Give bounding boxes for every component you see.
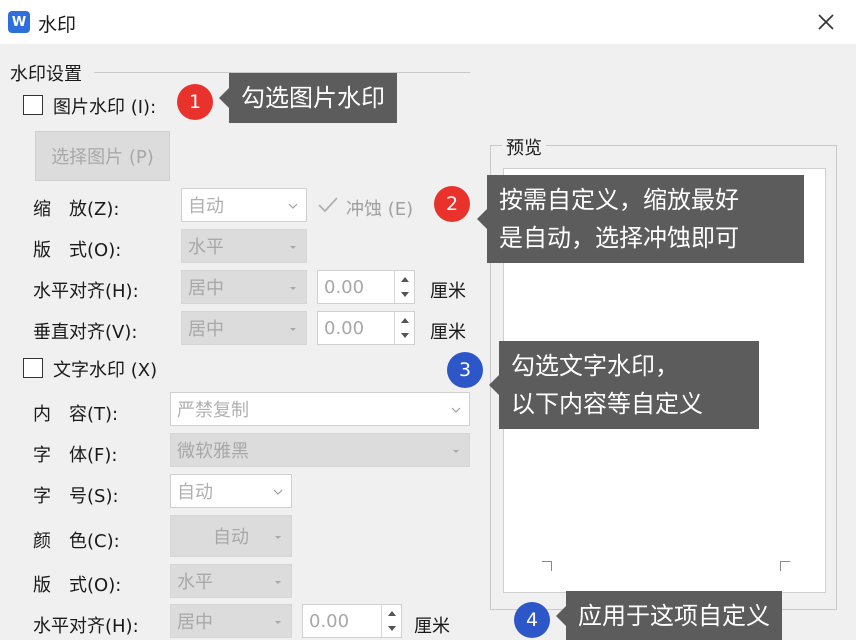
content-label: 内 容(T):: [33, 404, 119, 425]
annotation-callout-4: 应用于这项自定义: [556, 591, 782, 640]
image-v-align-dropdown[interactable]: 居中: [181, 311, 307, 345]
text-h-align-label: 水平对齐(H):: [33, 616, 139, 637]
washout-label: 冲蚀 (E): [346, 199, 414, 220]
color-value: 自动: [213, 527, 249, 548]
content-combobox[interactable]: 严禁复制: [170, 392, 470, 426]
scale-dropdown[interactable]: 自动: [181, 188, 307, 222]
size-value: 自动: [177, 482, 213, 503]
image-h-align-label: 水平对齐(H):: [33, 281, 139, 302]
washout-checkbox-icon[interactable]: [316, 194, 340, 216]
image-h-align-value: 居中: [188, 278, 224, 299]
scale-value: 自动: [188, 196, 224, 217]
caret-down-icon: [453, 450, 459, 453]
caret-down-icon: [290, 328, 296, 331]
text-layout-dropdown[interactable]: 水平: [170, 564, 292, 598]
image-h-offset-spinner[interactable]: 0.00: [317, 270, 415, 304]
image-watermark-checkbox[interactable]: [23, 95, 43, 115]
color-label: 颜 色(C):: [33, 531, 120, 552]
image-layout-value: 水平: [188, 237, 224, 258]
close-icon: [818, 14, 834, 30]
annotation-badge-2: 2: [434, 186, 470, 222]
image-v-offset-spinner[interactable]: 0.00: [317, 311, 415, 345]
image-layout-dropdown[interactable]: 水平: [181, 229, 307, 263]
image-v-align-label: 垂直对齐(V):: [33, 322, 138, 343]
color-button[interactable]: 自动: [170, 515, 292, 557]
size-label: 字 号(S):: [33, 486, 119, 507]
image-h-align-dropdown[interactable]: 居中: [181, 270, 307, 304]
spin-down-icon[interactable]: [400, 332, 410, 340]
window-title: 水印: [38, 14, 77, 36]
image-layout-label: 版 式(O):: [33, 240, 122, 261]
annotation-callout-2: 按需自定义，缩放最好 是自动，选择冲蚀即可: [477, 175, 804, 263]
close-button[interactable]: [806, 6, 846, 38]
spinner-buttons[interactable]: [394, 271, 414, 303]
annotation-badge-3: 3: [447, 352, 483, 388]
text-h-align-dropdown[interactable]: 居中: [170, 604, 292, 638]
annotation-badge-1: 1: [177, 84, 213, 120]
image-watermark-label: 图片水印 (I):: [53, 97, 157, 118]
page-corner-mark: [542, 561, 552, 571]
annotation-callout-1: 勾选图片水印: [219, 73, 397, 123]
size-combobox[interactable]: 自动: [170, 474, 292, 508]
font-value: 微软雅黑: [177, 441, 249, 462]
text-layout-label: 版 式(O):: [33, 575, 122, 596]
content-value: 严禁复制: [177, 400, 249, 421]
spin-down-icon[interactable]: [400, 291, 410, 299]
caret-down-icon: [290, 287, 296, 290]
chevron-down-icon: [288, 203, 298, 209]
caret-down-icon: [290, 246, 296, 249]
image-v-unit: 厘米: [430, 322, 466, 343]
chevron-down-icon: [451, 407, 461, 413]
annotation-callout-3: 勾选文字水印， 以下内容等自定义: [489, 341, 759, 429]
spin-up-icon[interactable]: [400, 316, 410, 324]
caret-down-icon: [275, 536, 281, 539]
spin-down-icon[interactable]: [387, 625, 397, 633]
text-h-align-value: 居中: [177, 612, 213, 633]
font-dropdown[interactable]: 微软雅黑: [170, 433, 470, 467]
caret-down-icon: [275, 581, 281, 584]
wps-app-icon: W: [8, 11, 30, 33]
text-h-unit: 厘米: [414, 616, 450, 637]
scale-label: 缩 放(Z):: [33, 199, 120, 220]
text-h-offset-spinner[interactable]: 0.00: [302, 604, 402, 638]
spinner-buttons[interactable]: [381, 605, 401, 637]
chevron-down-icon: [273, 489, 283, 495]
title-bar: W 水印: [0, 0, 856, 44]
caret-down-icon: [275, 621, 281, 624]
select-image-button[interactable]: 选择图片 (P): [35, 131, 170, 181]
spinner-buttons[interactable]: [394, 312, 414, 344]
group-label-watermark-settings: 水印设置: [10, 64, 82, 85]
text-layout-value: 水平: [177, 572, 213, 593]
spin-up-icon[interactable]: [387, 609, 397, 617]
annotation-badge-4: 4: [514, 602, 550, 638]
page-corner-mark: [780, 561, 790, 571]
font-label: 字 体(F):: [33, 445, 118, 466]
text-h-offset-value: 0.00: [309, 610, 350, 632]
image-h-unit: 厘米: [430, 281, 466, 302]
spin-up-icon[interactable]: [400, 275, 410, 283]
image-v-offset-value: 0.00: [324, 317, 365, 339]
image-v-align-value: 居中: [188, 319, 224, 340]
text-watermark-checkbox[interactable]: [23, 358, 43, 378]
text-watermark-label: 文字水印 (X): [53, 360, 158, 381]
preview-label: 预览: [502, 134, 546, 160]
image-h-offset-value: 0.00: [324, 276, 365, 298]
